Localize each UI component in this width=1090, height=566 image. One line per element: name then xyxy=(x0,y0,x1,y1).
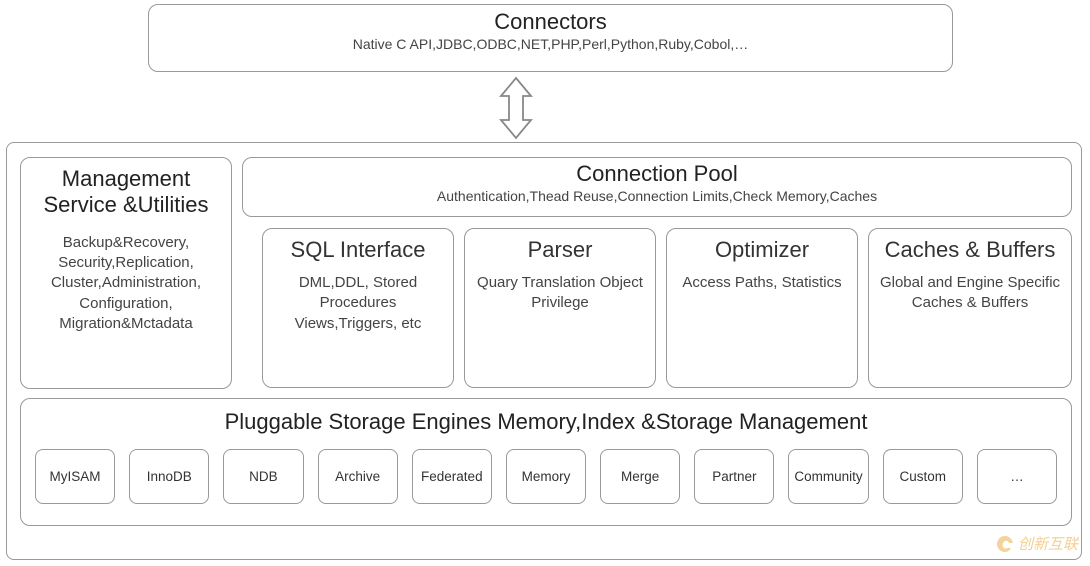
engine-item: Community xyxy=(788,449,868,504)
caches-box: Caches & Buffers Global and Engine Speci… xyxy=(868,228,1072,388)
watermark-text: 创新互联 xyxy=(1018,533,1078,554)
engine-item: NDB xyxy=(223,449,303,504)
engine-item: Federated xyxy=(412,449,492,504)
engine-item: InnoDB xyxy=(129,449,209,504)
engine-item: Memory xyxy=(506,449,586,504)
bidirectional-arrow-icon xyxy=(495,76,537,140)
engine-item: Merge xyxy=(600,449,680,504)
connection-pool-box: Connection Pool Authentication,Thead Reu… xyxy=(242,157,1072,217)
watermark-logo-icon xyxy=(995,534,1015,554)
management-box: Management Service &Utilities Backup&Rec… xyxy=(20,157,232,389)
management-detail: Backup&Recovery, Security,Replication, C… xyxy=(27,233,225,334)
management-title: Management Service &Utilities xyxy=(27,166,225,219)
caches-title: Caches & Buffers xyxy=(885,237,1056,263)
sql-interface-title: SQL Interface xyxy=(291,237,426,263)
engine-item: Partner xyxy=(694,449,774,504)
connection-pool-subtitle: Authentication,Thead Reuse,Connection Li… xyxy=(437,187,877,205)
parser-detail: Quary Translation Object Privilege xyxy=(471,273,649,314)
connectors-title: Connectors xyxy=(494,9,607,35)
connectors-box: Connectors Native C API,JDBC,ODBC,NET,PH… xyxy=(148,4,953,72)
sql-interface-box: SQL Interface DML,DDL, Stored Procedures… xyxy=(262,228,454,388)
storage-engines-box: Pluggable Storage Engines Memory,Index &… xyxy=(20,398,1072,526)
watermark: 创新互联 xyxy=(995,533,1078,554)
engine-row: MyISAM InnoDB NDB Archive Federated Memo… xyxy=(21,449,1071,504)
sql-interface-detail: DML,DDL, Stored Procedures Views,Trigger… xyxy=(269,273,447,334)
engine-item: MyISAM xyxy=(35,449,115,504)
connection-pool-title: Connection Pool xyxy=(576,161,737,187)
caches-detail: Global and Engine Specific Caches & Buff… xyxy=(875,273,1065,314)
parser-title: Parser xyxy=(528,237,593,263)
engine-item: … xyxy=(977,449,1057,504)
engine-item: Archive xyxy=(318,449,398,504)
storage-title: Pluggable Storage Engines Memory,Index &… xyxy=(225,409,868,435)
optimizer-detail: Access Paths, Statistics xyxy=(682,273,841,293)
optimizer-title: Optimizer xyxy=(715,237,809,263)
parser-box: Parser Quary Translation Object Privileg… xyxy=(464,228,656,388)
optimizer-box: Optimizer Access Paths, Statistics xyxy=(666,228,858,388)
connectors-subtitle: Native C API,JDBC,ODBC,NET,PHP,Perl,Pyth… xyxy=(353,35,749,53)
engine-item: Custom xyxy=(883,449,963,504)
